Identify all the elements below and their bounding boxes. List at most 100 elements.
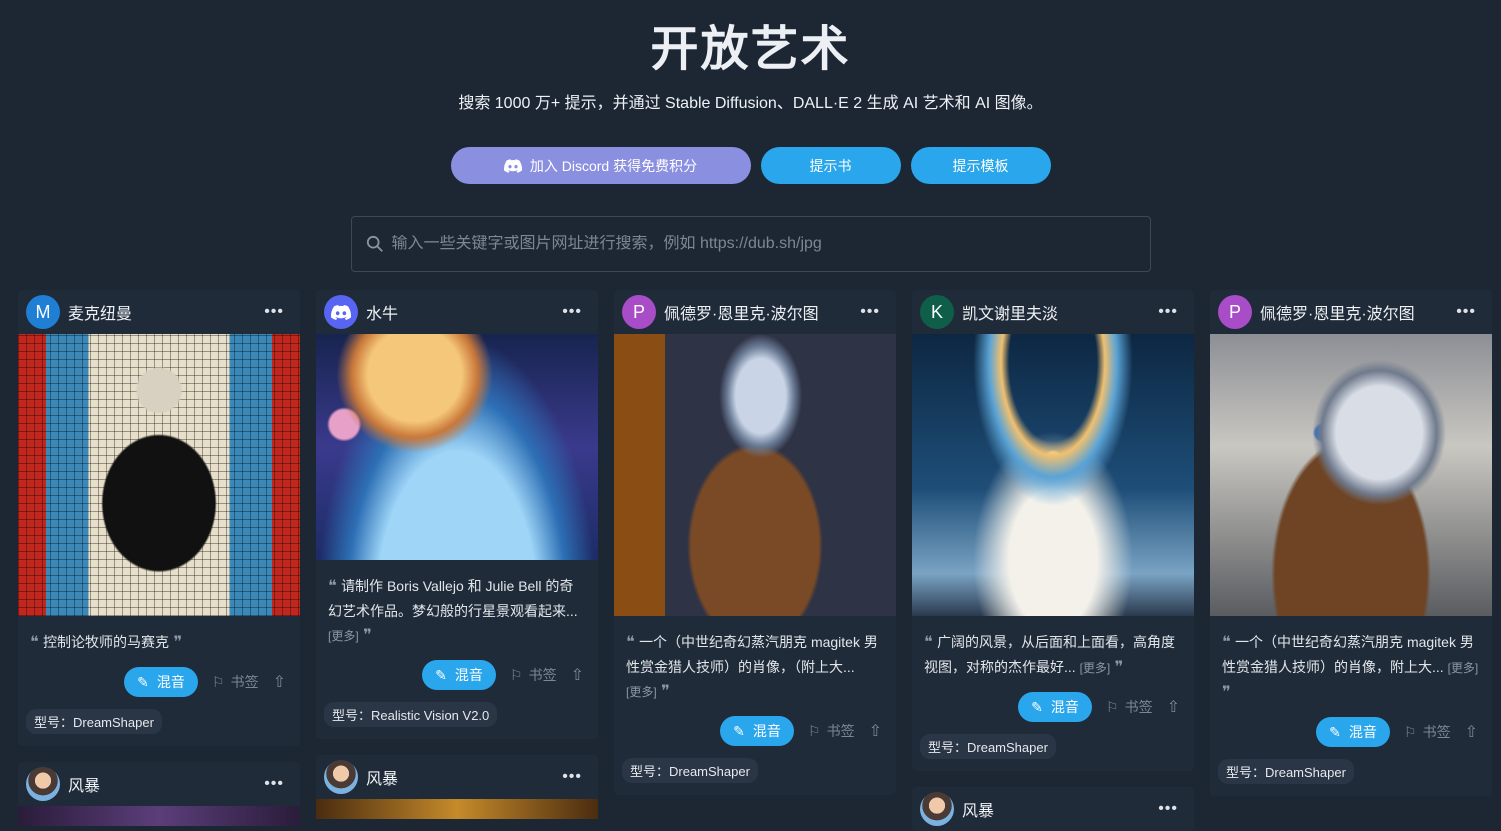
generated-image[interactable] xyxy=(18,334,300,616)
model-tag[interactable]: 型号：DreamShaper xyxy=(920,734,1056,759)
share-icon[interactable]: ⇧ xyxy=(1167,697,1180,717)
card-header: K 凯文谢里夫淡 ••• xyxy=(912,290,1194,334)
card-actions: ✎ 混音 ⚐ 书签 ⇧ xyxy=(1210,709,1492,753)
grid-column: 水牛 ••• ❝ 请制作 Boris Vallejo 和 Julie Bell … xyxy=(316,290,598,831)
card-header: 风暴 ••• xyxy=(912,787,1194,831)
grid-column: M 麦克纽曼 ••• ❝ 控制论牧师的马赛克 ❞ ✎ 混音 ⚐ 书签 ⇧ 型号：D… xyxy=(18,290,300,831)
username[interactable]: 佩德罗·恩里克·波尔图 xyxy=(1260,300,1448,324)
page-title: 开放艺术 xyxy=(650,23,851,76)
more-options-icon[interactable]: ••• xyxy=(1456,303,1484,321)
more-link[interactable]: [更多] xyxy=(328,629,359,643)
more-options-icon[interactable]: ••• xyxy=(264,303,292,321)
prompt-text: ❝ 一个（中世纪奇幻蒸汽朋克 magitek 男性赏金猎人技师）的肖像，附上大.… xyxy=(1222,634,1479,701)
join-discord-button[interactable]: 加入 Discord 获得免费积分 xyxy=(450,147,751,184)
more-link[interactable]: [更多] xyxy=(626,685,657,699)
generated-image[interactable] xyxy=(614,334,896,616)
username[interactable]: 凯文谢里夫淡 xyxy=(962,300,1150,324)
avatar[interactable]: M xyxy=(26,295,60,329)
more-options-icon[interactable]: ••• xyxy=(1158,303,1186,321)
image-card[interactable]: K 凯文谢里夫淡 ••• ❝ 广阔的风景，从后面和上面看，高角度视图，对称的杰作… xyxy=(912,290,1194,771)
username[interactable]: 麦克纽曼 xyxy=(68,300,256,324)
promptbook-button[interactable]: 提示书 xyxy=(760,147,901,184)
discord-icon xyxy=(503,158,522,173)
search-icon xyxy=(366,235,383,252)
grid-column: P 佩德罗·恩里克·波尔图 ••• ❝ 一个（中世纪奇幻蒸汽朋克 magitek… xyxy=(614,290,896,831)
bookmark-button[interactable]: ⚐ 书签 xyxy=(808,721,855,741)
card-actions: ✎ 混音 ⚐ 书签 ⇧ xyxy=(18,659,300,703)
avatar[interactable]: K xyxy=(920,295,954,329)
remix-button[interactable]: ✎ 混音 xyxy=(1018,692,1093,722)
share-icon[interactable]: ⇧ xyxy=(571,665,584,685)
image-card[interactable]: 水牛 ••• ❝ 请制作 Boris Vallejo 和 Julie Bell … xyxy=(316,290,598,739)
prompt-text: ❝ 广阔的风景，从后面和上面看，高角度视图，对称的杰作最好... [更多] ❞ xyxy=(924,634,1176,676)
card-actions: ✎ 混音 ⚐ 书签 ⇧ xyxy=(912,684,1194,728)
page-subtitle: 搜索 1000 万+ 提示，并通过 Stable Diffusion、DALL·… xyxy=(458,95,1043,112)
card-header: P 佩德罗·恩里克·波尔图 ••• xyxy=(1210,290,1492,334)
pencil-icon: ✎ xyxy=(435,666,447,683)
more-link[interactable]: [更多] xyxy=(1080,661,1111,675)
username[interactable]: 佩德罗·恩里克·波尔图 xyxy=(664,300,852,324)
generated-image[interactable] xyxy=(1210,334,1492,616)
remix-button[interactable]: ✎ 混音 xyxy=(422,660,497,690)
bookmark-icon: ⚐ xyxy=(1404,723,1417,740)
share-icon[interactable]: ⇧ xyxy=(869,721,882,741)
avatar[interactable] xyxy=(26,767,60,801)
image-card[interactable]: M 麦克纽曼 ••• ❝ 控制论牧师的马赛克 ❞ ✎ 混音 ⚐ 书签 ⇧ 型号：D… xyxy=(18,290,300,746)
avatar[interactable]: P xyxy=(622,295,656,329)
bookmark-button[interactable]: ⚐ 书签 xyxy=(510,665,557,685)
generated-image[interactable] xyxy=(18,806,300,826)
model-tag[interactable]: 型号：DreamShaper xyxy=(26,709,162,734)
card-actions: ✎ 混音 ⚐ 书签 ⇧ xyxy=(614,708,896,752)
image-card[interactable]: P 佩德罗·恩里克·波尔图 ••• ❝ 一个（中世纪奇幻蒸汽朋克 magitek… xyxy=(1210,290,1492,796)
model-tag[interactable]: 型号：Realistic Vision V2.0 xyxy=(324,702,498,727)
more-options-icon[interactable]: ••• xyxy=(860,303,888,321)
bookmark-button[interactable]: ⚐ 书签 xyxy=(1106,697,1153,717)
remix-button[interactable]: ✎ 混音 xyxy=(720,716,795,746)
search-input[interactable] xyxy=(391,235,1092,253)
more-options-icon[interactable]: ••• xyxy=(562,303,590,321)
image-card[interactable]: P 佩德罗·恩里克·波尔图 ••• ❝ 一个（中世纪奇幻蒸汽朋克 magitek… xyxy=(614,290,896,795)
card-header: 风暴 ••• xyxy=(18,762,300,806)
bookmark-button[interactable]: ⚐ 书签 xyxy=(212,672,259,692)
bookmark-icon: ⚐ xyxy=(1106,698,1119,715)
image-card[interactable]: 风暴 ••• xyxy=(912,787,1194,831)
image-card[interactable]: 风暴 ••• xyxy=(18,762,300,826)
generated-image[interactable] xyxy=(912,334,1194,616)
more-options-icon[interactable]: ••• xyxy=(562,768,590,786)
bookmark-button[interactable]: ⚐ 书签 xyxy=(1404,722,1451,742)
more-options-icon[interactable]: ••• xyxy=(1158,800,1186,818)
avatar[interactable] xyxy=(324,295,358,329)
card-header: P 佩德罗·恩里克·波尔图 ••• xyxy=(614,290,896,334)
card-actions: ✎ 混音 ⚐ 书签 ⇧ xyxy=(316,652,598,696)
model-tag[interactable]: 型号：DreamShaper xyxy=(622,758,758,783)
generated-image[interactable] xyxy=(316,334,598,560)
remix-button[interactable]: ✎ 混音 xyxy=(124,667,199,697)
avatar[interactable] xyxy=(324,760,358,794)
username[interactable]: 风暴 xyxy=(366,765,554,789)
remix-button[interactable]: ✎ 混音 xyxy=(1316,717,1391,747)
generated-image[interactable] xyxy=(316,799,598,819)
image-card[interactable]: 风暴 ••• xyxy=(316,755,598,819)
share-icon[interactable]: ⇧ xyxy=(273,672,286,692)
avatar[interactable]: P xyxy=(1218,295,1252,329)
more-link[interactable]: [更多] xyxy=(1448,661,1479,675)
prompt-templates-button[interactable]: 提示模板 xyxy=(910,147,1051,184)
more-options-icon[interactable]: ••• xyxy=(264,775,292,793)
search-box[interactable] xyxy=(350,216,1151,272)
grid-column: P 佩德罗·恩里克·波尔图 ••• ❝ 一个（中世纪奇幻蒸汽朋克 magitek… xyxy=(1210,290,1492,831)
image-grid: M 麦克纽曼 ••• ❝ 控制论牧师的马赛克 ❞ ✎ 混音 ⚐ 书签 ⇧ 型号：D… xyxy=(18,290,1492,831)
username[interactable]: 风暴 xyxy=(962,797,1150,821)
avatar[interactable] xyxy=(920,792,954,826)
model-tag[interactable]: 型号：DreamShaper xyxy=(1218,759,1354,784)
bookmark-icon: ⚐ xyxy=(808,722,821,739)
prompt-text: ❝ 一个（中世纪奇幻蒸汽朋克 magitek 男性赏金猎人技师）的肖像，（附上大… xyxy=(626,634,878,700)
hero: 开放艺术 搜索 1000 万+ 提示，并通过 Stable Diffusion、… xyxy=(0,0,1501,272)
grid-column: K 凯文谢里夫淡 ••• ❝ 广阔的风景，从后面和上面看，高角度视图，对称的杰作… xyxy=(912,290,1194,831)
share-icon[interactable]: ⇧ xyxy=(1465,722,1478,742)
card-header: 水牛 ••• xyxy=(316,290,598,334)
username[interactable]: 水牛 xyxy=(366,300,554,324)
discord-icon xyxy=(331,304,351,320)
pencil-icon: ✎ xyxy=(1329,723,1341,740)
username[interactable]: 风暴 xyxy=(68,772,256,796)
pencil-icon: ✎ xyxy=(1031,698,1043,715)
